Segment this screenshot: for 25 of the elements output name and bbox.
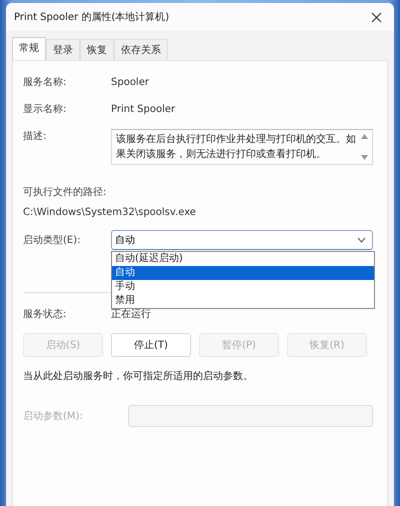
- close-icon: [371, 12, 382, 22]
- status-value: 正在运行: [111, 308, 151, 321]
- tab[interactable]: 恢复: [80, 39, 114, 60]
- field-value: Print Spooler: [111, 104, 176, 114]
- field-label: 可执行文件的路径:: [23, 186, 108, 199]
- field-label: 服务名称:: [23, 76, 68, 89]
- path-text: C:\Windows\System32\spoolsv.exe: [23, 207, 197, 218]
- field-label: 启动类型(E):: [23, 234, 82, 247]
- scroll-up-icon[interactable]: [361, 134, 368, 139]
- description-text: 该服务在后台执行打印作业并处理与打印机的交互。如果关闭该服务，则无法进行打印或查看打印机。: [116, 132, 357, 162]
- field-label: 启动参数(M):: [23, 410, 84, 423]
- field-label: 服务状态:: [23, 308, 68, 321]
- tab[interactable]: 常规: [12, 37, 46, 60]
- scroll-down-icon[interactable]: [361, 155, 368, 160]
- dropdown-option[interactable]: 自动: [112, 266, 374, 280]
- service-button[interactable]: 停止(T): [111, 333, 191, 357]
- startup-type-dropdown[interactable]: 自动: [111, 230, 373, 250]
- tab[interactable]: 登录: [46, 39, 80, 60]
- field-label: 描述:: [23, 130, 48, 143]
- tab[interactable]: 依存关系: [114, 39, 168, 60]
- hint-text: 当从此处启动服务时，你可指定所适用的启动参数。: [23, 370, 254, 383]
- field-label: 显示名称:: [23, 103, 68, 116]
- chevron-down-icon: [357, 237, 366, 243]
- window-title: Print Spooler 的属性(本地计算机): [14, 10, 170, 24]
- field-value: Spooler: [111, 76, 149, 88]
